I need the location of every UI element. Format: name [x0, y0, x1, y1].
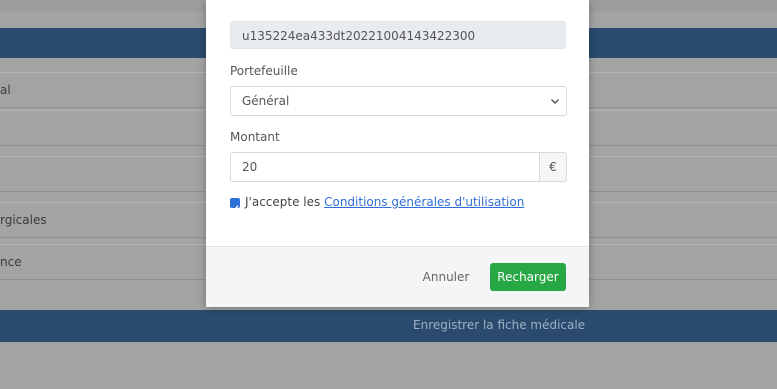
recharge-modal: u135224ea433dt20221004143422300 Portefeu… — [206, 0, 589, 307]
cancel-button[interactable]: Annuler — [416, 263, 476, 291]
amount-label: Montant — [230, 130, 280, 144]
wallet-selected-value: Général — [242, 94, 290, 108]
modal-body: u135224ea433dt20221004143422300 Portefeu… — [206, 0, 589, 246]
terms-text: J'accepte les Conditions générales d'uti… — [245, 195, 524, 209]
save-medical-record-button[interactable]: Enregistrer la fiche médicale — [413, 318, 585, 332]
bg-field-label: nce — [0, 255, 22, 269]
wallet-select[interactable]: Général — [230, 86, 567, 116]
wallet-label: Portefeuille — [230, 64, 298, 78]
bg-field-label: al — [0, 83, 11, 97]
terms-checkbox[interactable] — [230, 198, 240, 212]
bg-field-label: rgicales — [0, 213, 47, 227]
save-bar — [0, 310, 777, 342]
recharge-button[interactable]: Recharger — [490, 263, 566, 291]
terms-link[interactable]: Conditions générales d'utilisation — [324, 195, 524, 209]
chevron-down-icon — [550, 98, 560, 105]
amount-input[interactable]: 20 — [230, 152, 540, 182]
currency-addon: € — [539, 152, 567, 182]
checkbox-checked-icon — [231, 205, 239, 212]
reference-field: u135224ea433dt20221004143422300 — [230, 21, 566, 49]
terms-prefix: J'accepte les — [245, 195, 321, 209]
